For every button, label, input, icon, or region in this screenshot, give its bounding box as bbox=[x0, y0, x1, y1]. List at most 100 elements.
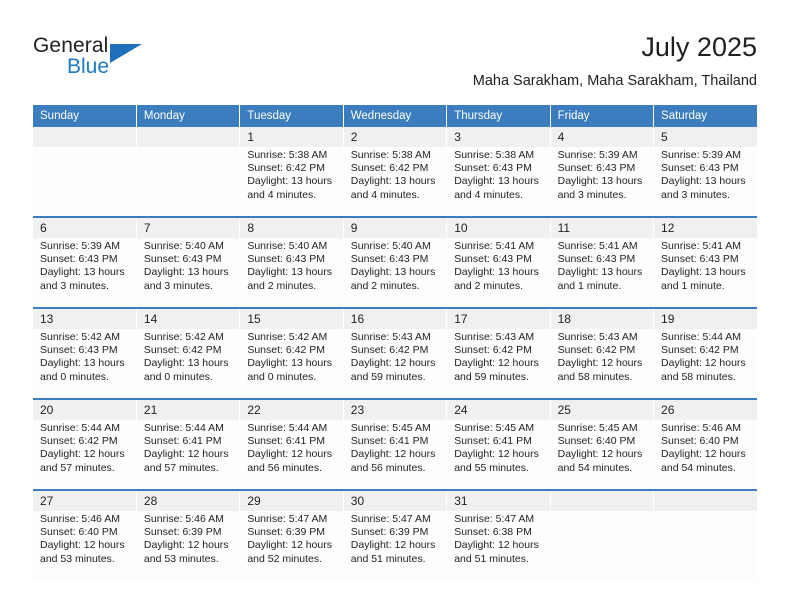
day-cell[interactable]: Sunrise: 5:38 AM Sunset: 6:43 PM Daylight:… bbox=[446, 147, 551, 217]
title-block: July 2025 Maha Sarakham, Maha Sarakham, … bbox=[473, 30, 757, 92]
day-number[interactable]: 21 bbox=[136, 398, 241, 420]
day-info-line: Daylight: 12 hours bbox=[143, 448, 229, 461]
day-cell[interactable]: Sunrise: 5:42 AM Sunset: 6:42 PM Daylight:… bbox=[136, 329, 241, 399]
day-number[interactable]: 7 bbox=[136, 216, 241, 238]
day-number[interactable]: 9 bbox=[343, 216, 448, 238]
day-cell[interactable]: Sunrise: 5:47 AM Sunset: 6:39 PM Daylight:… bbox=[343, 511, 448, 580]
day-cell[interactable]: Sunrise: 5:47 AM Sunset: 6:39 PM Daylight:… bbox=[239, 511, 344, 580]
day-number[interactable]: 11 bbox=[550, 216, 655, 238]
day-info-line: Sunrise: 5:41 AM bbox=[454, 240, 535, 252]
day-cell[interactable]: Sunrise: 5:46 AM Sunset: 6:39 PM Daylight:… bbox=[136, 511, 241, 580]
weekday-header-cell: Friday bbox=[550, 105, 655, 127]
week-daynumber-row: 13 14 15 16 17 18 19 bbox=[33, 307, 757, 329]
day-number[interactable]: 20 bbox=[33, 398, 137, 420]
day-info-line: Sunset: 6:43 PM bbox=[454, 162, 532, 175]
day-cell[interactable]: Sunrise: 5:43 AM Sunset: 6:42 PM Daylight:… bbox=[446, 329, 551, 399]
day-number[interactable]: 25 bbox=[550, 398, 655, 420]
day-cell[interactable]: Sunrise: 5:47 AM Sunset: 6:38 PM Daylight:… bbox=[446, 511, 551, 580]
day-number[interactable]: 29 bbox=[239, 489, 344, 511]
day-cell[interactable]: Sunrise: 5:45 AM Sunset: 6:41 PM Daylight:… bbox=[446, 420, 551, 490]
day-info-line: Sunrise: 5:39 AM bbox=[40, 240, 120, 252]
day-number[interactable]: 14 bbox=[136, 307, 241, 329]
day-number[interactable]: 3 bbox=[446, 127, 551, 147]
day-info-line: Sunrise: 5:43 AM bbox=[454, 331, 535, 343]
triangle-icon bbox=[110, 44, 142, 63]
day-cell[interactable]: Sunrise: 5:45 AM Sunset: 6:40 PM Daylight:… bbox=[550, 420, 655, 490]
day-cell[interactable]: Sunrise: 5:46 AM Sunset: 6:40 PM Daylight:… bbox=[33, 511, 137, 580]
day-cell[interactable]: Sunrise: 5:45 AM Sunset: 6:41 PM Daylight:… bbox=[343, 420, 448, 490]
day-number[interactable]: 16 bbox=[343, 307, 448, 329]
day-cell[interactable]: Sunrise: 5:43 AM Sunset: 6:42 PM Daylight:… bbox=[550, 329, 655, 399]
day-number[interactable]: 8 bbox=[239, 216, 344, 238]
day-info-line: Sunset: 6:42 PM bbox=[454, 344, 532, 357]
day-cell[interactable]: Sunrise: 5:42 AM Sunset: 6:43 PM Daylight:… bbox=[33, 329, 137, 399]
day-info-line: and 0 minutes. bbox=[247, 370, 317, 383]
day-info-line: Daylight: 12 hours bbox=[661, 357, 746, 370]
day-number[interactable]: 10 bbox=[446, 216, 551, 238]
day-number[interactable]: 18 bbox=[550, 307, 655, 329]
day-cell[interactable]: Sunrise: 5:40 AM Sunset: 6:43 PM Daylight:… bbox=[239, 238, 344, 308]
day-info-line: Sunset: 6:42 PM bbox=[661, 344, 739, 357]
day-cell[interactable]: Sunrise: 5:44 AM Sunset: 6:42 PM Daylight:… bbox=[653, 329, 757, 399]
day-cell[interactable]: Sunrise: 5:44 AM Sunset: 6:41 PM Daylight:… bbox=[136, 420, 241, 490]
week-detail-row: Sunrise: 5:44 AM Sunset: 6:42 PM Daylight:… bbox=[33, 420, 757, 490]
day-info-line: and 3 minutes. bbox=[143, 279, 213, 292]
day-number[interactable]: 28 bbox=[136, 489, 241, 511]
day-cell[interactable]: Sunrise: 5:39 AM Sunset: 6:43 PM Daylight:… bbox=[33, 238, 137, 308]
day-number[interactable]: 24 bbox=[446, 398, 551, 420]
day-cell[interactable]: Sunrise: 5:42 AM Sunset: 6:42 PM Daylight:… bbox=[239, 329, 344, 399]
day-info-line: Daylight: 13 hours bbox=[557, 266, 643, 279]
day-number[interactable]: 17 bbox=[446, 307, 551, 329]
day-number[interactable]: 26 bbox=[653, 398, 757, 420]
day-cell[interactable]: Sunrise: 5:41 AM Sunset: 6:43 PM Daylight:… bbox=[446, 238, 551, 308]
day-cell[interactable]: Sunrise: 5:38 AM Sunset: 6:42 PM Daylight:… bbox=[343, 147, 448, 217]
empty-day-number bbox=[550, 489, 655, 511]
day-number[interactable]: 6 bbox=[33, 216, 137, 238]
day-info-line: Daylight: 13 hours bbox=[40, 357, 125, 370]
empty-day-cell bbox=[136, 147, 241, 217]
day-number[interactable]: 27 bbox=[33, 489, 137, 511]
day-info-line: and 2 minutes. bbox=[247, 279, 317, 292]
day-number[interactable]: 23 bbox=[343, 398, 448, 420]
general-blue-logo[interactable]: General Blue bbox=[33, 34, 233, 90]
day-info-line: Sunrise: 5:44 AM bbox=[661, 331, 741, 343]
day-info-line: Sunrise: 5:38 AM bbox=[454, 149, 535, 161]
day-info-line: Daylight: 13 hours bbox=[350, 266, 436, 279]
day-info-line: and 59 minutes. bbox=[454, 370, 529, 383]
day-number[interactable]: 13 bbox=[33, 307, 137, 329]
day-cell[interactable]: Sunrise: 5:40 AM Sunset: 6:43 PM Daylight:… bbox=[136, 238, 241, 308]
day-info-line: and 51 minutes. bbox=[454, 552, 529, 565]
day-number[interactable]: 1 bbox=[239, 127, 344, 147]
day-info-line: and 51 minutes. bbox=[350, 552, 426, 565]
day-number[interactable]: 5 bbox=[653, 127, 757, 147]
day-cell[interactable]: Sunrise: 5:40 AM Sunset: 6:43 PM Daylight:… bbox=[343, 238, 448, 308]
day-number[interactable]: 15 bbox=[239, 307, 344, 329]
day-info-line: and 2 minutes. bbox=[454, 279, 524, 292]
day-info-line: Sunrise: 5:46 AM bbox=[143, 513, 224, 525]
day-number[interactable]: 12 bbox=[653, 216, 757, 238]
day-info-line: Sunrise: 5:41 AM bbox=[557, 240, 638, 252]
weekday-header: Sunday Monday Tuesday Wednesday Thursday Frid… bbox=[33, 105, 757, 127]
day-number[interactable]: 30 bbox=[343, 489, 448, 511]
day-number[interactable]: 31 bbox=[446, 489, 551, 511]
day-number[interactable]: 4 bbox=[550, 127, 655, 147]
day-cell[interactable]: Sunrise: 5:38 AM Sunset: 6:42 PM Daylight:… bbox=[239, 147, 344, 217]
day-number[interactable]: 2 bbox=[343, 127, 448, 147]
day-cell[interactable]: Sunrise: 5:39 AM Sunset: 6:43 PM Daylight:… bbox=[550, 147, 655, 217]
day-info-line: and 56 minutes. bbox=[247, 461, 323, 474]
day-info-line: Daylight: 12 hours bbox=[143, 539, 229, 552]
day-cell[interactable]: Sunrise: 5:44 AM Sunset: 6:42 PM Daylight:… bbox=[33, 420, 137, 490]
day-info-line: Sunrise: 5:39 AM bbox=[661, 149, 741, 161]
day-cell[interactable]: Sunrise: 5:46 AM Sunset: 6:40 PM Daylight:… bbox=[653, 420, 757, 490]
day-info-line: Sunset: 6:42 PM bbox=[40, 435, 118, 448]
day-cell[interactable]: Sunrise: 5:44 AM Sunset: 6:41 PM Daylight:… bbox=[239, 420, 344, 490]
day-cell[interactable]: Sunrise: 5:41 AM Sunset: 6:43 PM Daylight:… bbox=[653, 238, 757, 308]
day-info-line: Sunrise: 5:40 AM bbox=[143, 240, 224, 252]
day-cell[interactable]: Sunrise: 5:41 AM Sunset: 6:43 PM Daylight:… bbox=[550, 238, 655, 308]
day-number[interactable]: 22 bbox=[239, 398, 344, 420]
empty-day-cell bbox=[653, 511, 757, 580]
day-number[interactable]: 19 bbox=[653, 307, 757, 329]
day-info-line: and 3 minutes. bbox=[40, 279, 109, 292]
day-cell[interactable]: Sunrise: 5:39 AM Sunset: 6:43 PM Daylight:… bbox=[653, 147, 757, 217]
day-cell[interactable]: Sunrise: 5:43 AM Sunset: 6:42 PM Daylight:… bbox=[343, 329, 448, 399]
